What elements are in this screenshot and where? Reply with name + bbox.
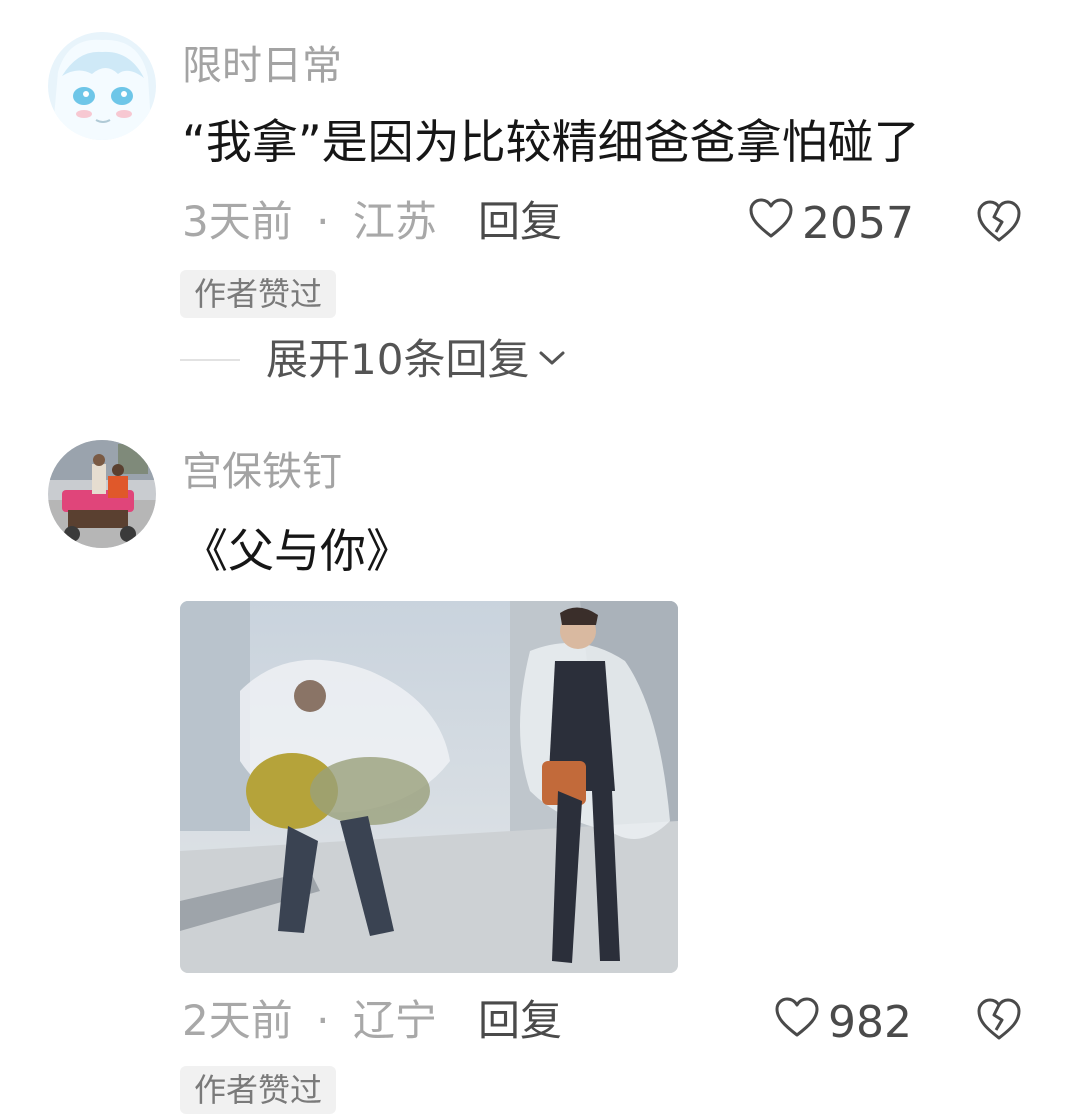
reply-button[interactable]: 回复 — [478, 996, 562, 1046]
comment-location: 江苏 — [352, 197, 437, 246]
chevron-down-icon — [537, 348, 567, 372]
comment-text: “我拿”是因为比较精细爸爸拿怕碰了 — [182, 115, 920, 169]
like-button[interactable]: 2057 — [748, 197, 914, 250]
like-button[interactable]: 982 — [774, 996, 912, 1049]
author-liked-badge: 作者赞过 — [180, 1066, 337, 1114]
dislike-button[interactable] — [975, 996, 1023, 1044]
broken-heart-icon — [975, 996, 1023, 1046]
comment-location: 辽宁 — [352, 996, 437, 1045]
broken-heart-icon — [975, 198, 1023, 248]
comment-image[interactable] — [180, 601, 678, 973]
like-count: 2057 — [802, 197, 914, 249]
expand-divider — [180, 359, 240, 361]
comment-meta: 2天前 · 辽宁 — [182, 996, 437, 1046]
comment-username[interactable]: 宫保铁钉 — [182, 448, 342, 496]
comment-text: 《父与你》 — [182, 524, 412, 578]
reply-button[interactable]: 回复 — [478, 197, 562, 247]
expand-replies-label: 展开10条回复 — [266, 335, 530, 384]
comment-time: 2天前 — [182, 996, 293, 1045]
like-count: 982 — [828, 996, 912, 1048]
heart-outline-icon — [774, 996, 820, 1049]
comment-username[interactable]: 限时日常 — [182, 42, 342, 90]
avatar[interactable] — [48, 32, 156, 140]
comment-meta: 3天前 · 江苏 — [182, 197, 437, 247]
avatar[interactable] — [48, 440, 156, 548]
dislike-button[interactable] — [975, 198, 1023, 246]
comment-time: 3天前 — [182, 197, 293, 246]
heart-outline-icon — [748, 197, 794, 250]
author-liked-badge: 作者赞过 — [180, 270, 337, 318]
meta-separator: · — [316, 996, 330, 1045]
expand-replies-button[interactable]: 展开10条回复 — [180, 335, 567, 385]
meta-separator: · — [316, 197, 330, 246]
